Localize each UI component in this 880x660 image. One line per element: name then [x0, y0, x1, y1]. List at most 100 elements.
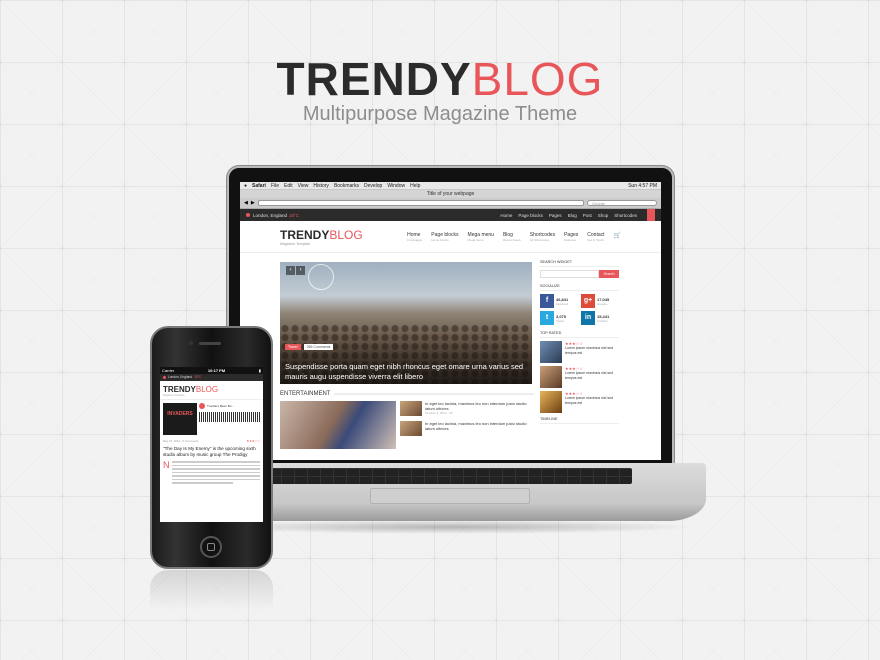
- album-art: INVADERS: [163, 403, 197, 435]
- slider-badges: Travel 256 Comments: [285, 344, 334, 350]
- phone-post-body: N: [160, 460, 263, 487]
- menu-help[interactable]: Help: [410, 183, 420, 189]
- top-link-shop[interactable]: Shop: [598, 213, 609, 218]
- site-logo-subtitle: Magazine Template: [280, 241, 311, 246]
- list-item-thumb: [400, 421, 422, 436]
- nav-item-home[interactable]: Home Frontpages: [407, 232, 422, 242]
- audio-player: Trouble's Been Bri…: [199, 403, 260, 435]
- top-rated-item[interactable]: ★★★☆☆ Lorem ipsum maximus nisl sed tempus…: [540, 366, 619, 388]
- top-rated-text: Lorem ipsum maximus nisl sed tempus est: [565, 346, 614, 355]
- top-link-home[interactable]: Home: [500, 213, 512, 218]
- site-topbar: London, England 18°C Home Page blocks Pa…: [240, 209, 661, 221]
- google-plus-icon: g+: [581, 294, 595, 308]
- entertainment-feature-image[interactable]: [280, 401, 396, 449]
- menu-edit[interactable]: Edit: [284, 183, 293, 189]
- entertainment-row: In eget leo lacinia, maximus leo non int…: [280, 401, 534, 449]
- top-rated-thumb: [540, 341, 562, 363]
- laptop-trackpad: [370, 488, 530, 504]
- sidebar-search-input[interactable]: [540, 270, 599, 278]
- tagline: Multipurpose Magazine Theme: [302, 103, 578, 125]
- top-rated-text: Lorem ipsum maximus nisl sed tempus est: [565, 396, 614, 405]
- social-google-plus[interactable]: g+ 17,045 Google+: [581, 294, 619, 308]
- nav-item-mega-menu[interactable]: Mega menu Mega menu: [468, 232, 494, 242]
- menu-history[interactable]: History: [313, 183, 329, 189]
- top-rated-thumb: [540, 366, 562, 388]
- top-link-shortcodes[interactable]: Shortcodes: [614, 213, 637, 218]
- list-item-meta: October 9, 2014 · 28: [425, 411, 453, 415]
- featured-slider[interactable]: ‹ › Travel 256 Comments Suspendisse port…: [280, 262, 532, 384]
- top-rated-item[interactable]: ★★★☆☆ Lorem ipsum maximus nisl sed tempus…: [540, 391, 619, 413]
- brand-title: TRENDYBLOG: [0, 54, 880, 104]
- browser-search-input[interactable]: Google: [587, 200, 657, 206]
- menu-view[interactable]: View: [298, 183, 309, 189]
- nav-sub: Frontpages: [407, 237, 423, 242]
- top-link-blog[interactable]: Blog: [568, 213, 577, 218]
- comments-badge[interactable]: 256 Comments: [303, 344, 334, 350]
- top-link-pages[interactable]: Pages: [549, 213, 562, 218]
- social-label: Google+: [597, 301, 608, 306]
- category-badge[interactable]: Travel: [285, 344, 301, 350]
- site-logo[interactable]: TRENDYBLOG Magazine Template: [280, 228, 363, 246]
- audio-waveform[interactable]: [199, 412, 260, 422]
- phone-site-logo[interactable]: TRENDYBLOG: [160, 381, 263, 394]
- sidebar: SEARCH WIDGET Search SOCIALIZE f 46,841 F…: [540, 260, 619, 427]
- social-twitter[interactable]: t 3,075 Twitter: [540, 311, 578, 325]
- window-title: Title of your webpage: [240, 190, 661, 198]
- mac-clock[interactable]: Sun 4:57 PM: [628, 183, 657, 189]
- nav-item-pages[interactable]: Pages Features: [564, 232, 578, 242]
- apple-icon[interactable]: ●: [244, 183, 247, 189]
- facebook-icon: f: [540, 294, 554, 308]
- slider-title[interactable]: Suspendisse porta quam eget nibh rhoncus…: [285, 362, 525, 381]
- nav-item-shortcodes[interactable]: Shortcodes All Shortcodes: [530, 232, 555, 242]
- laptop-keyboard: [268, 468, 632, 484]
- list-item[interactable]: In eget leo lacinia, maximus leo non int…: [400, 401, 534, 416]
- menu-safari[interactable]: Safari: [252, 183, 266, 189]
- socialize-title: SOCIALIZE: [540, 284, 619, 291]
- social-facebook[interactable]: f 46,841 Facebook: [540, 294, 578, 308]
- phone-carrier: Carrier: [162, 368, 175, 373]
- social-counters: f 46,841 Facebook g+ 17,045 Google+ t 3,07…: [540, 294, 619, 325]
- rating-stars: ★★★☆☆: [246, 439, 260, 443]
- topbar-search-icon[interactable]: [647, 209, 655, 221]
- audio-post: INVADERS Trouble's Been Bri…: [160, 400, 263, 438]
- nav-item-contact[interactable]: Contact Get in Touch: [587, 232, 604, 242]
- post-date: May 15, 2014 · 0 Comments: [163, 439, 199, 443]
- main-nav: Home Frontpages Page blocks Home blocks Me…: [407, 232, 621, 242]
- sidebar-search-button[interactable]: Search: [599, 270, 619, 278]
- slider-next-icon[interactable]: ›: [296, 266, 305, 275]
- top-rated-title: TOP RATED: [540, 331, 619, 338]
- nav-item-blog[interactable]: Blog Recent News: [503, 232, 521, 242]
- social-count: 46,841: [556, 296, 569, 302]
- site-location: London, England: [253, 212, 288, 218]
- play-icon[interactable]: [199, 403, 205, 409]
- social-label: Twitter: [556, 318, 565, 323]
- site-logo-part2: BLOG: [329, 227, 363, 242]
- phone-post-title[interactable]: "The Day Is My Enemy" is the upcoming si…: [160, 444, 263, 460]
- twitter-icon: t: [540, 311, 554, 325]
- back-icon[interactable]: ◀: [244, 200, 248, 206]
- menu-window[interactable]: Window: [387, 183, 405, 189]
- menu-bookmarks[interactable]: Bookmarks: [334, 183, 359, 189]
- top-rated-item[interactable]: ★★★☆☆ Lorem ipsum maximus nisl sed tempus…: [540, 341, 619, 363]
- slider-prev-icon[interactable]: ‹: [286, 266, 295, 275]
- social-linkedin[interactable]: in 15,441 LinkedIn: [581, 311, 619, 325]
- url-bar[interactable]: [257, 200, 584, 206]
- top-link-post[interactable]: Post: [583, 213, 592, 218]
- menu-file[interactable]: File: [271, 183, 279, 189]
- home-button[interactable]: [200, 536, 222, 558]
- safari-toolbar: ◀ ▶ Google: [240, 198, 661, 209]
- list-item-title: In eget leo lacinia, maximus leo non int…: [425, 401, 527, 411]
- nav-item-page-blocks[interactable]: Page blocks Home blocks: [431, 232, 458, 242]
- menu-develop[interactable]: Develop: [364, 183, 382, 189]
- site-header: TRENDYBLOG Magazine Template Home Frontpa…: [240, 221, 661, 253]
- list-item[interactable]: In eget leo lacinia, maximus leo non int…: [400, 421, 534, 436]
- site-temperature: 18°C: [289, 212, 300, 218]
- body-text-lines: [171, 461, 260, 486]
- top-link-page-blocks[interactable]: Page blocks: [518, 213, 543, 218]
- cart-icon[interactable]: 🛒: [614, 232, 621, 242]
- laptop-screen: ● Safari File Edit View History Bookmark…: [240, 182, 661, 460]
- social-count: 17,045: [597, 296, 610, 302]
- top-rated-thumb: [540, 391, 562, 413]
- phone-screen: Carrier 10:17 PM ▮ London, England 18°C …: [160, 367, 263, 522]
- forward-icon[interactable]: ▶: [251, 200, 255, 206]
